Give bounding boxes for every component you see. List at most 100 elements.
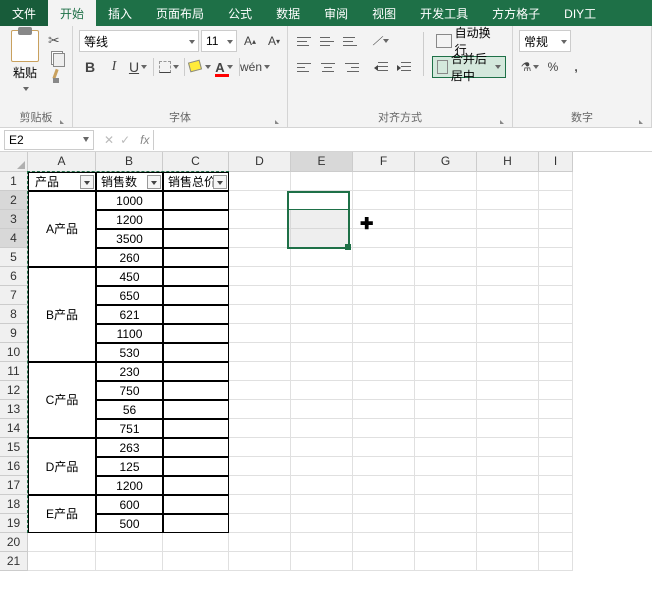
table-cell[interactable] — [163, 381, 229, 400]
table-cell[interactable]: 650 — [96, 286, 163, 305]
number-format-combo[interactable]: 常规 — [519, 30, 571, 52]
col-header-G[interactable]: G — [415, 152, 477, 172]
table-cell[interactable]: 600 — [96, 495, 163, 514]
col-header-F[interactable]: F — [353, 152, 415, 172]
table-cell[interactable] — [163, 267, 229, 286]
row-header-2[interactable]: 2 — [0, 191, 28, 210]
row-header-15[interactable]: 15 — [0, 438, 28, 457]
table-cell[interactable]: 产品 — [28, 172, 96, 191]
row-header-16[interactable]: 16 — [0, 457, 28, 476]
row-header-12[interactable]: 12 — [0, 381, 28, 400]
accounting-format-button[interactable]: ⚗ — [519, 56, 541, 78]
row-header-11[interactable]: 11 — [0, 362, 28, 381]
font-size-combo[interactable]: 11 — [201, 30, 237, 52]
table-cell[interactable]: 230 — [96, 362, 163, 381]
table-cell[interactable] — [163, 324, 229, 343]
table-cell[interactable]: 260 — [96, 248, 163, 267]
row-header-20[interactable]: 20 — [0, 533, 28, 552]
row-header-5[interactable]: 5 — [0, 248, 28, 267]
font-color-button[interactable]: A — [213, 56, 235, 78]
paste-button[interactable]: 粘贴 — [6, 30, 44, 95]
row-header-7[interactable]: 7 — [0, 286, 28, 305]
grow-font-button[interactable]: A▴ — [239, 30, 261, 52]
table-cell[interactable]: 750 — [96, 381, 163, 400]
tab-formula[interactable]: 公式 — [216, 0, 264, 26]
table-cell[interactable] — [163, 400, 229, 419]
cut-button[interactable] — [48, 32, 66, 48]
tab-fang[interactable]: 方方格子 — [480, 0, 552, 26]
orientation-button[interactable]: ⟋ — [370, 30, 392, 52]
align-left-button[interactable] — [294, 56, 316, 78]
tab-review[interactable]: 审阅 — [312, 0, 360, 26]
align-middle-button[interactable] — [317, 30, 339, 52]
table-cell[interactable] — [163, 343, 229, 362]
cancel-formula-button[interactable]: ✕ — [104, 133, 114, 147]
table-cell[interactable] — [163, 191, 229, 210]
indent-increase-button[interactable] — [393, 56, 415, 78]
table-cell[interactable]: 125 — [96, 457, 163, 476]
table-cell[interactable] — [163, 514, 229, 533]
col-header-E[interactable]: E — [291, 152, 353, 172]
shrink-font-button[interactable]: A▾ — [263, 30, 285, 52]
row-header-8[interactable]: 8 — [0, 305, 28, 324]
table-cell[interactable]: 530 — [96, 343, 163, 362]
table-cell[interactable]: 销售数 — [96, 172, 163, 191]
enter-formula-button[interactable]: ✓ — [120, 133, 130, 147]
col-header-H[interactable]: H — [477, 152, 539, 172]
indent-decrease-button[interactable] — [370, 56, 392, 78]
table-cell[interactable]: 751 — [96, 419, 163, 438]
table-cell[interactable]: 263 — [96, 438, 163, 457]
table-cell[interactable] — [163, 362, 229, 381]
filter-button[interactable] — [147, 175, 161, 189]
table-cell[interactable] — [163, 305, 229, 324]
table-cell[interactable] — [163, 419, 229, 438]
row-header-21[interactable]: 21 — [0, 552, 28, 571]
fill-color-button[interactable] — [189, 56, 211, 78]
border-button[interactable] — [158, 56, 180, 78]
table-cell[interactable]: A产品 — [28, 191, 96, 267]
row-header-19[interactable]: 19 — [0, 514, 28, 533]
table-cell[interactable]: B产品 — [28, 267, 96, 362]
row-header-3[interactable]: 3 — [0, 210, 28, 229]
row-header-1[interactable]: 1 — [0, 172, 28, 191]
tab-file[interactable]: 文件 — [0, 0, 48, 26]
table-cell[interactable]: E产品 — [28, 495, 96, 533]
format-painter-button[interactable] — [48, 68, 66, 84]
table-cell[interactable]: 1200 — [96, 210, 163, 229]
col-header-D[interactable]: D — [229, 152, 291, 172]
tab-diy[interactable]: DIY工 — [552, 0, 608, 26]
copy-button[interactable] — [48, 50, 66, 66]
align-right-button[interactable] — [340, 56, 362, 78]
table-cell[interactable] — [163, 438, 229, 457]
col-header-C[interactable]: C — [163, 152, 229, 172]
tab-home[interactable]: 开始 — [48, 0, 96, 26]
grid-area[interactable]: ABCDEFGHI 123456789101112131415161718192… — [0, 152, 652, 590]
tab-dev[interactable]: 开发工具 — [408, 0, 480, 26]
row-header-4[interactable]: 4 — [0, 229, 28, 248]
table-cell[interactable]: C产品 — [28, 362, 96, 438]
row-header-6[interactable]: 6 — [0, 267, 28, 286]
formula-bar[interactable] — [153, 130, 652, 150]
align-bottom-button[interactable] — [340, 30, 362, 52]
tab-layout[interactable]: 页面布局 — [144, 0, 216, 26]
filter-button[interactable] — [213, 175, 227, 189]
bold-button[interactable]: B — [79, 56, 101, 78]
tab-insert[interactable]: 插入 — [96, 0, 144, 26]
row-header-9[interactable]: 9 — [0, 324, 28, 343]
table-cell[interactable] — [163, 248, 229, 267]
wrap-text-button[interactable]: 自动换行 — [432, 30, 506, 52]
row-header-17[interactable]: 17 — [0, 476, 28, 495]
font-name-combo[interactable]: 等线 — [79, 30, 199, 52]
table-cell[interactable]: 3500 — [96, 229, 163, 248]
select-all-corner[interactable] — [0, 152, 28, 172]
align-top-button[interactable] — [294, 30, 316, 52]
merge-center-button[interactable]: 合并后居中 — [432, 56, 506, 78]
tab-data[interactable]: 数据 — [264, 0, 312, 26]
phonetic-button[interactable]: wén — [244, 56, 266, 78]
row-header-14[interactable]: 14 — [0, 419, 28, 438]
table-cell[interactable]: 450 — [96, 267, 163, 286]
table-cell[interactable]: 1100 — [96, 324, 163, 343]
table-cell[interactable] — [163, 210, 229, 229]
percent-format-button[interactable]: % — [542, 56, 564, 78]
comma-format-button[interactable]: , — [565, 56, 587, 78]
